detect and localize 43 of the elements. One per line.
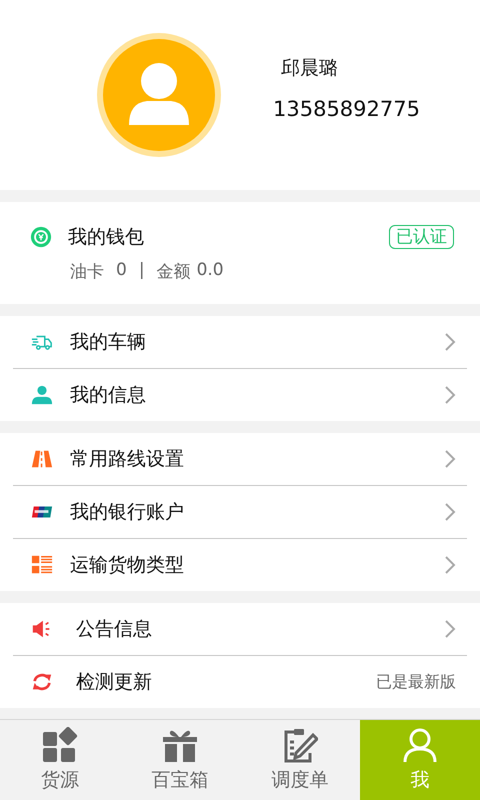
menu-row[interactable]: 公告信息 <box>0 603 480 655</box>
menu-row[interactable]: 我的银行账户 <box>0 486 480 538</box>
wallet-title: 我的钱包 <box>68 224 145 250</box>
chevron-icon <box>444 385 456 405</box>
checklist-icon <box>30 554 54 576</box>
balance-value: 0.0 <box>196 260 224 282</box>
menu-label: 常用路线设置 <box>70 447 185 472</box>
status-text: 已是最新版 <box>376 672 456 692</box>
avatar-icon <box>95 30 223 158</box>
menu-row[interactable]: 常用路线设置 <box>0 433 480 485</box>
chevron-icon <box>444 449 456 469</box>
oil-card-value: 0 <box>116 260 127 282</box>
road-icon <box>30 448 54 470</box>
menu-row[interactable]: 我的信息 <box>0 369 480 421</box>
menu-row[interactable]: 运输货物类型 <box>0 539 480 591</box>
refresh-icon <box>30 671 54 693</box>
clipboard-icon <box>282 727 318 763</box>
verified-badge: 已认证 <box>389 224 454 248</box>
menu-label: 我的信息 <box>70 383 147 408</box>
coin-icon <box>30 226 52 248</box>
phone-number: 13585892775 <box>273 97 420 121</box>
menu-label: 检测更新 <box>75 670 153 695</box>
oil-card-label: 油卡 <box>70 260 104 282</box>
chevron-icon <box>444 332 456 352</box>
menu-row[interactable]: 我的车辆 <box>0 316 480 368</box>
menu-row[interactable]: 检测更新 已是最新版 <box>0 656 480 708</box>
menu-label: 我的车辆 <box>70 330 147 355</box>
tab[interactable]: 百宝箱 <box>120 720 240 800</box>
chevron-icon <box>444 502 456 522</box>
menu-label: 运输货物类型 <box>70 553 185 578</box>
menu-label: 公告信息 <box>75 617 153 642</box>
menu-label: 我的银行账户 <box>70 500 185 525</box>
grid-icon <box>42 727 78 763</box>
person-icon <box>30 384 54 406</box>
balance-label: 金额 <box>156 260 191 282</box>
user-name: 邱晨璐 <box>280 56 339 81</box>
wallet-card[interactable]: 我的钱包 已认证 油卡 0 | 金额 0.0 <box>0 202 480 304</box>
tab[interactable]: 调度单 <box>240 720 360 800</box>
separator: | <box>138 260 145 282</box>
chevron-icon <box>444 619 456 639</box>
tab[interactable]: 货源 <box>0 720 120 800</box>
chevron-icon <box>444 555 456 575</box>
user-icon <box>402 727 438 763</box>
